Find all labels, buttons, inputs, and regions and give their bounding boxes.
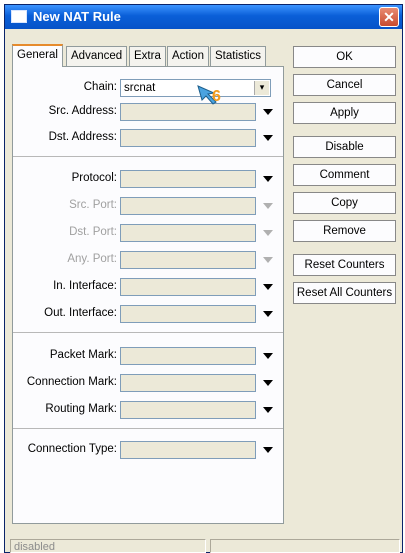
packet-mark-field[interactable] bbox=[120, 347, 256, 365]
routing-mark-label: Routing Mark: bbox=[45, 403, 117, 415]
packet-mark-row: Packet Mark: bbox=[13, 347, 283, 365]
copy-button[interactable]: Copy bbox=[293, 192, 396, 214]
separator bbox=[13, 332, 283, 333]
window-icon bbox=[11, 10, 27, 23]
in-interface-field[interactable] bbox=[120, 278, 256, 296]
out-interface-dropdown-icon[interactable] bbox=[263, 311, 273, 317]
connection-type-dropdown-icon[interactable] bbox=[263, 447, 273, 453]
reset-all-counters-button[interactable]: Reset All Counters bbox=[293, 282, 396, 304]
window-title: New NAT Rule bbox=[33, 9, 121, 24]
out-interface-field[interactable] bbox=[120, 305, 256, 323]
title-bar[interactable]: New NAT Rule ✕ bbox=[5, 5, 402, 29]
dst-port-label: Dst. Port: bbox=[69, 226, 117, 238]
connection-mark-dropdown-icon[interactable] bbox=[263, 380, 273, 386]
tab-general[interactable]: General bbox=[12, 44, 63, 67]
any-port-label: Any. Port: bbox=[67, 253, 117, 265]
dst-port-field bbox=[120, 224, 256, 242]
dst-address-label: Dst. Address: bbox=[48, 131, 117, 143]
separator bbox=[13, 428, 283, 429]
connection-type-field[interactable] bbox=[120, 441, 256, 459]
connection-type-row: Connection Type: bbox=[13, 441, 283, 459]
tab-extra[interactable]: Extra bbox=[129, 46, 166, 66]
dst-address-row: Dst. Address: bbox=[13, 129, 283, 147]
chain-label: Chain: bbox=[83, 81, 117, 93]
src-port-field bbox=[120, 197, 256, 215]
tab-advanced[interactable]: Advanced bbox=[66, 46, 128, 66]
src-address-dropdown-icon[interactable] bbox=[263, 109, 273, 115]
chain-dropdown-button[interactable]: ▾ bbox=[254, 81, 269, 95]
ok-button[interactable]: OK bbox=[293, 46, 396, 68]
any-port-field bbox=[120, 251, 256, 269]
src-port-row: Src. Port: bbox=[13, 197, 283, 215]
routing-mark-field[interactable] bbox=[120, 401, 256, 419]
status-bar: disabled bbox=[10, 525, 400, 553]
routing-mark-dropdown-icon[interactable] bbox=[263, 407, 273, 413]
protocol-row: Protocol: bbox=[13, 170, 283, 188]
in-interface-label: In. Interface: bbox=[53, 280, 117, 292]
connection-mark-label: Connection Mark: bbox=[26, 376, 117, 388]
in-interface-dropdown-icon[interactable] bbox=[263, 284, 273, 290]
dst-port-row: Dst. Port: bbox=[13, 224, 283, 242]
any-port-row: Any. Port: bbox=[13, 251, 283, 269]
src-address-label: Src. Address: bbox=[48, 105, 117, 117]
remove-button[interactable]: Remove bbox=[293, 220, 396, 242]
status-cell-right bbox=[210, 539, 400, 553]
dst-address-field[interactable] bbox=[120, 129, 256, 147]
close-button[interactable]: ✕ bbox=[379, 7, 399, 27]
protocol-field[interactable] bbox=[120, 170, 256, 188]
packet-mark-label: Packet Mark: bbox=[49, 349, 117, 361]
step-number-annotation: 6 bbox=[212, 88, 221, 105]
src-port-dropdown-icon bbox=[263, 203, 273, 209]
tab-statistics[interactable]: Statistics bbox=[210, 46, 267, 66]
comment-button[interactable]: Comment bbox=[293, 164, 396, 186]
src-address-field[interactable] bbox=[120, 103, 256, 121]
cancel-button[interactable]: Cancel bbox=[293, 74, 396, 96]
apply-button[interactable]: Apply bbox=[293, 102, 396, 124]
routing-mark-row: Routing Mark: bbox=[13, 401, 283, 419]
src-port-label: Src. Port: bbox=[69, 199, 117, 211]
connection-type-label: Connection Type: bbox=[27, 443, 117, 455]
out-interface-label: Out. Interface: bbox=[44, 307, 117, 319]
general-panel: Chain: srcnat ▾ Src. Address: Dst. Addre… bbox=[12, 66, 284, 524]
in-interface-row: In. Interface: bbox=[13, 278, 283, 296]
chain-value: srcnat bbox=[124, 82, 156, 94]
packet-mark-dropdown-icon[interactable] bbox=[263, 353, 273, 359]
dst-address-dropdown-icon[interactable] bbox=[263, 135, 273, 141]
dst-port-dropdown-icon bbox=[263, 230, 273, 236]
status-text: disabled bbox=[14, 541, 55, 553]
protocol-dropdown-icon[interactable] bbox=[263, 176, 273, 182]
src-address-row: Src. Address: bbox=[13, 103, 283, 121]
reset-counters-button[interactable]: Reset Counters bbox=[293, 254, 396, 276]
tab-action[interactable]: Action bbox=[167, 46, 209, 66]
status-cell-left: disabled bbox=[10, 539, 206, 553]
chain-row: Chain: srcnat ▾ bbox=[13, 79, 283, 97]
out-interface-row: Out. Interface: bbox=[13, 305, 283, 323]
separator bbox=[13, 156, 283, 157]
disable-button[interactable]: Disable bbox=[293, 136, 396, 158]
connection-mark-row: Connection Mark: bbox=[13, 374, 283, 392]
protocol-label: Protocol: bbox=[71, 172, 117, 184]
connection-mark-field[interactable] bbox=[120, 374, 256, 392]
any-port-dropdown-icon bbox=[263, 257, 273, 263]
